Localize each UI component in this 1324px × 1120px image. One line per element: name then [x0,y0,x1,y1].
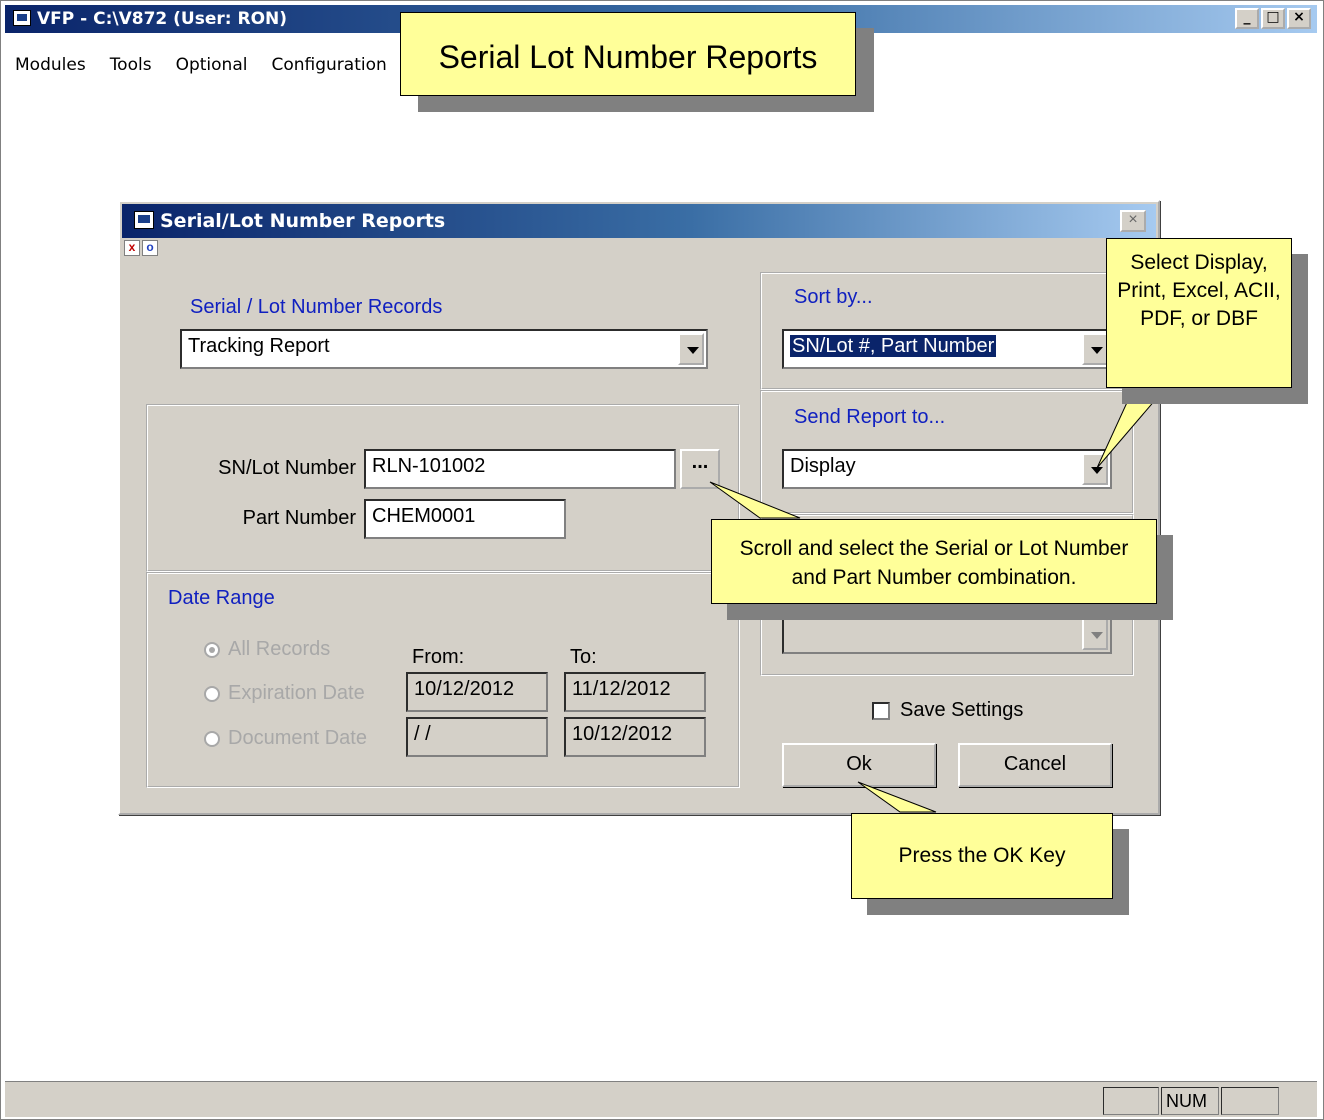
send-to-callout-text: Select Display, Print, Excel, ACII, PDF,… [1117,251,1281,330]
sn-lot-input[interactable]: RLN-101002 [364,449,676,489]
radio-document-date[interactable]: Document Date [204,727,367,750]
delete-icon[interactable]: x [124,240,140,256]
send-label: Send Report to... [794,406,946,428]
ok-callout: Press the OK Key [851,813,1113,899]
ok-button[interactable]: Ok [782,743,936,787]
banner-callout: Serial Lot Number Reports [400,12,856,96]
minimize-button[interactable]: _ [1235,8,1259,29]
ok-callout-text: Press the OK Key [898,844,1066,867]
radio-all-label: All Records [228,638,331,660]
part-number-input[interactable]: CHEM0001 [364,499,566,539]
radio-all-records[interactable]: All Records [204,638,330,661]
app-title: VFP - C:\V872 (User: RON) [37,9,288,29]
toolbar-mini-icons: x o [124,240,158,256]
expiration-to-input[interactable]: 11/12/2012 [564,672,706,712]
expiration-from-input[interactable]: 10/12/2012 [406,672,548,712]
part-number-label: Part Number [242,507,356,529]
app-icon [13,10,31,26]
save-settings-label: Save Settings [900,699,1024,721]
chevron-down-icon[interactable] [1082,618,1108,650]
send-combo[interactable]: Display [782,449,1112,489]
dialog-title: Serial/Lot Number Reports [160,210,446,232]
dialog-close-button[interactable]: × [1120,210,1146,232]
to-label: To: [570,646,597,668]
close-button[interactable]: × [1287,8,1311,29]
serial-lot-reports-dialog: Serial/Lot Number Reports × x o Serial /… [118,200,1160,815]
window-controls: _ □ × [1235,8,1311,29]
radio-document-label: Document Date [228,727,367,749]
menu-optional[interactable]: Optional [166,51,258,81]
menubar: Modules Tools Optional Configuration [5,51,397,81]
banner-text: Serial Lot Number Reports [438,39,818,75]
radio-expiration-label: Expiration Date [228,682,365,704]
status-cell-blank-2 [1221,1087,1279,1115]
from-label: From: [412,646,465,668]
send-to-callout: Select Display, Print, Excel, ACII, PDF,… [1106,238,1292,388]
chevron-down-icon[interactable] [1082,333,1108,365]
radio-dot [204,641,220,658]
statusbar: NUM [5,1081,1317,1117]
scroll-callout: Scroll and select the Serial or Lot Numb… [711,519,1157,604]
cancel-button[interactable]: Cancel [958,743,1112,787]
menu-modules[interactable]: Modules [5,51,96,81]
scroll-callout-text: Scroll and select the Serial or Lot Numb… [739,537,1129,589]
document-to-input[interactable]: 10/12/2012 [564,717,706,757]
menu-configuration[interactable]: Configuration [261,51,396,81]
sort-combo[interactable]: SN/Lot #, Part Number [782,329,1112,369]
records-value: Tracking Report [188,335,330,357]
menu-tools[interactable]: Tools [100,51,162,81]
status-num: NUM [1161,1087,1219,1115]
sort-label: Sort by... [794,286,873,308]
output-option-combo[interactable] [782,614,1112,654]
sort-value: SN/Lot #, Part Number [790,335,997,357]
status-cell-blank [1103,1087,1159,1115]
options-icon[interactable]: o [142,240,158,256]
send-value: Display [790,455,856,477]
records-combo[interactable]: Tracking Report [180,329,708,369]
radio-dot [204,730,220,747]
radio-expiration-date[interactable]: Expiration Date [204,682,365,705]
chevron-down-icon[interactable] [1082,453,1108,485]
document-from-input[interactable]: / / [406,717,548,757]
chevron-down-icon[interactable] [678,333,704,365]
sn-lot-label: SN/Lot Number [218,457,356,479]
browse-button[interactable]: ... [680,449,720,489]
date-range-label: Date Range [168,587,275,609]
save-settings-checkbox[interactable] [872,702,890,720]
dialog-icon [134,211,154,229]
radio-dot [204,685,220,702]
records-label: Serial / Lot Number Records [190,296,443,318]
maximize-button[interactable]: □ [1261,8,1285,29]
dialog-titlebar[interactable]: Serial/Lot Number Reports × [122,204,1156,238]
